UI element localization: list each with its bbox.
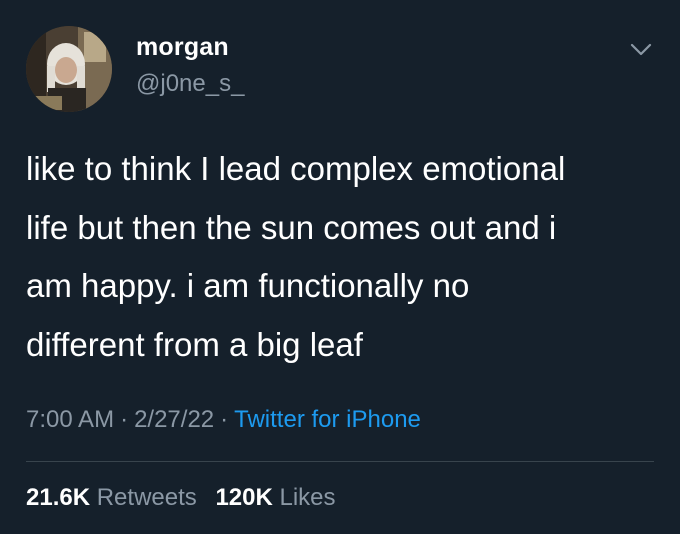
- user-handle[interactable]: @j0ne_s_: [136, 70, 244, 98]
- tweet-date[interactable]: 2/27/22: [134, 406, 214, 433]
- likes-stat[interactable]: 120K Likes: [215, 484, 335, 511]
- meta-separator: ·: [220, 406, 229, 433]
- tweet-text-line: like to think I lead complex emotional: [26, 150, 566, 187]
- likes-label: Likes: [279, 484, 336, 511]
- tweet-source-link[interactable]: Twitter for iPhone: [234, 406, 421, 433]
- tweet-text-line: life but then the sun comes out and i: [26, 208, 557, 246]
- tweet-text-line: am happy. i am functionally no: [26, 267, 470, 304]
- likes-count: 120K: [215, 484, 273, 511]
- retweets-stat[interactable]: 21.6K Retweets: [26, 484, 197, 511]
- avatar-photo: [26, 26, 112, 112]
- display-name[interactable]: morgan: [136, 33, 229, 62]
- chevron-down-icon: [630, 43, 652, 56]
- meta-separator: ·: [120, 406, 129, 433]
- tweet-meta: 7:00 AM · 2/27/22 · Twitter for iPhone: [26, 406, 421, 434]
- tweet-card: morgan @j0ne_s_ like to think I lead com…: [0, 0, 680, 534]
- retweets-count: 21.6K: [26, 484, 91, 511]
- avatar[interactable]: [26, 26, 112, 112]
- tweet-stats: 21.6K Retweets 120K Likes: [26, 484, 336, 512]
- tweet-text: like to think I lead complex emotional l…: [26, 140, 666, 374]
- divider: [26, 461, 654, 462]
- tweet-time[interactable]: 7:00 AM: [26, 406, 114, 433]
- retweets-label: Retweets: [96, 484, 197, 511]
- tweet-text-line: different from a big leaf: [26, 325, 363, 363]
- more-options-button[interactable]: [626, 36, 656, 62]
